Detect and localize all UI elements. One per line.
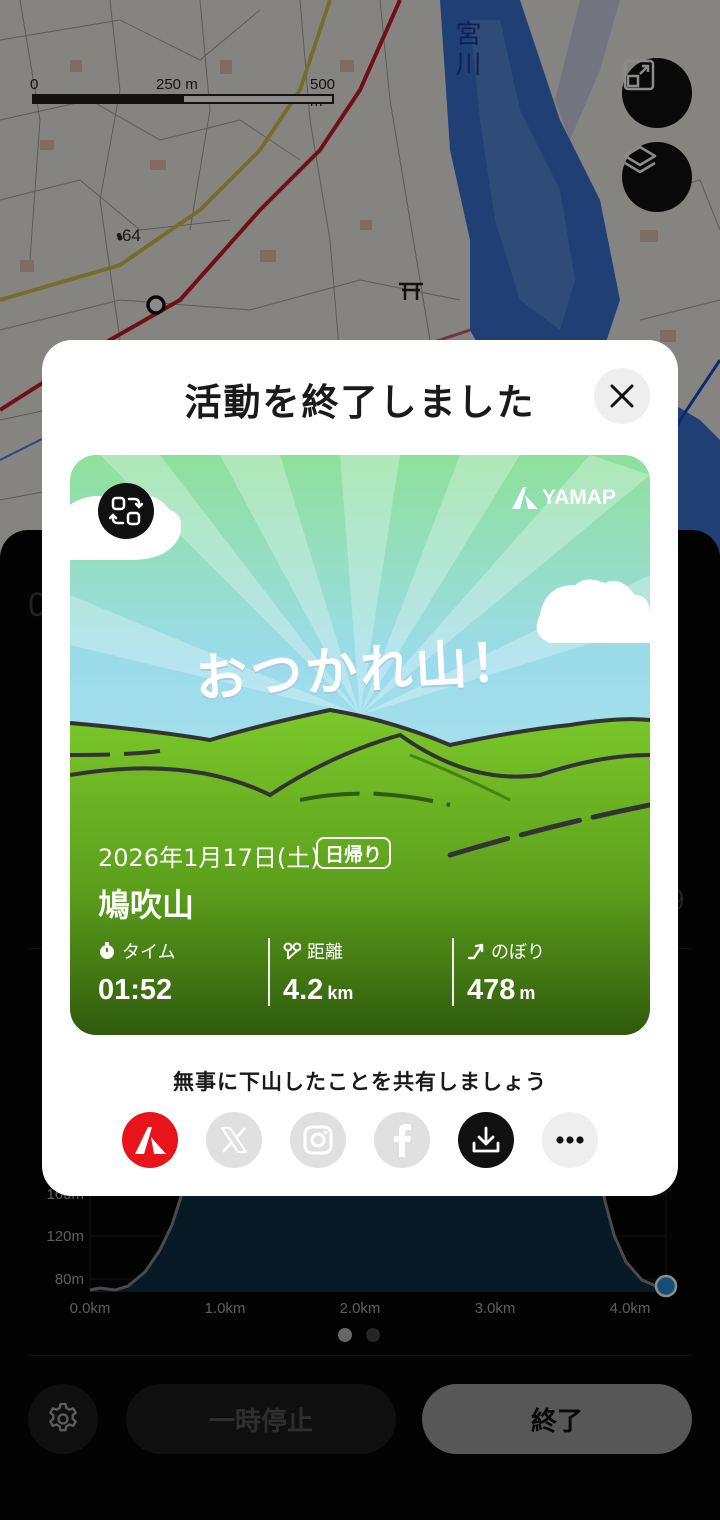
more-horizontal-icon (556, 1136, 584, 1144)
download-image-button[interactable] (458, 1112, 514, 1168)
trip-type-badge: 日帰り (316, 837, 392, 869)
close-button[interactable] (594, 368, 650, 424)
stopwatch-icon (100, 942, 114, 959)
stat-time-value: 01:52 (98, 974, 173, 1006)
instagram-icon (303, 1125, 333, 1155)
change-design-button[interactable] (98, 483, 154, 539)
facebook-icon (394, 1124, 411, 1157)
stat-ascent-unit: m (519, 983, 536, 1003)
share-instagram-button[interactable] (290, 1112, 346, 1168)
stat-separator-1 (268, 938, 270, 1006)
brand-name: YAMAP (542, 486, 616, 509)
stat-distance: 距離 4.2 km (283, 938, 353, 1010)
stat-separator-2 (452, 938, 454, 1006)
stat-ascent: のぼり 478 m (467, 938, 545, 1010)
download-icon (472, 1126, 500, 1153)
distance-pin-icon (283, 942, 301, 960)
stat-distance-unit: km (327, 983, 354, 1003)
stat-ascent-label: のぼり (491, 942, 545, 963)
yamap-icon (135, 1127, 166, 1154)
stat-time: タイム 01:52 (98, 938, 176, 1010)
yamap-mountain-icon (512, 487, 538, 509)
activity-date: 2026年1月17日(土) (98, 844, 320, 872)
stat-distance-value: 4.2 (283, 974, 324, 1006)
climb-arrow-icon (467, 943, 484, 960)
stat-time-label: タイム (122, 942, 176, 963)
swap-design-icon (109, 496, 143, 526)
close-icon (610, 384, 634, 408)
stat-ascent-value: 478 (467, 974, 516, 1006)
share-x-button[interactable] (206, 1112, 262, 1168)
share-prompt: 無事に下山したことを共有しましょう (173, 1070, 547, 1094)
share-yamap-button[interactable] (122, 1112, 178, 1168)
stat-distance-label: 距離 (307, 942, 343, 963)
share-facebook-button[interactable] (374, 1112, 430, 1168)
x-logo-icon (220, 1126, 248, 1154)
yamap-logo: YAMAP (512, 484, 616, 512)
more-share-options-button[interactable] (542, 1112, 598, 1168)
mountain-name: 鳩吹山 (98, 886, 195, 924)
